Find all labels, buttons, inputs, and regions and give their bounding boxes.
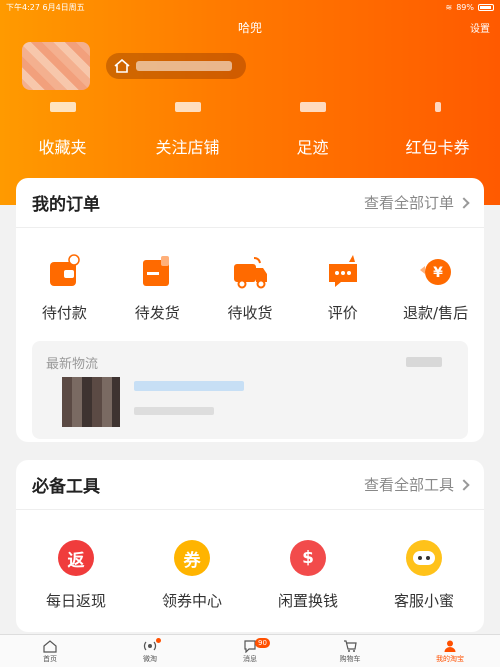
refund-icon: ¥ — [419, 259, 451, 285]
order-review[interactable]: 评价 — [296, 252, 389, 323]
order-pending-payment[interactable]: 待付款 — [18, 252, 111, 323]
product-thumbnail-blurred — [62, 377, 120, 427]
stat-count-blurred — [299, 102, 326, 112]
broadcast-icon — [143, 641, 157, 650]
orders-title: 我的订单 — [32, 195, 100, 215]
stat-count-blurred — [434, 102, 441, 112]
account-name-blurred — [136, 61, 232, 71]
tool-daily-cashback[interactable]: 返 每日返现 — [18, 540, 134, 611]
tool-label: 客服小蜜 — [393, 592, 454, 610]
logistics-status-blurred — [406, 357, 442, 367]
svg-text:¥: ¥ — [433, 265, 443, 281]
tab-messages[interactable]: 90 消息 — [200, 635, 300, 667]
order-label: 待发货 — [134, 304, 180, 322]
chevron-right-icon — [458, 196, 470, 209]
coupon-icon: 券 — [174, 540, 210, 576]
tools-card: 必备工具 查看全部工具 返 每日返现 券 领券中心 $ 闲置换钱 客服小蜜 — [16, 460, 484, 632]
wallet-icon — [50, 254, 81, 286]
status-bar: 下午4:27 6月4日周五 ≋ 89% — [0, 0, 500, 14]
tab-my-taobao[interactable]: 我的淘宝 — [400, 635, 500, 667]
bottom-tab-bar: 首页 微淘 90 消息 购物车 我的淘宝 — [0, 634, 500, 667]
view-all-tools-label: 查看全部工具 — [363, 476, 454, 494]
logistics-info-blurred — [134, 381, 244, 391]
order-pending-shipment[interactable]: 待发货 — [111, 252, 204, 323]
assistant-icon — [406, 540, 442, 576]
logistics-time-blurred — [134, 407, 214, 415]
account-switch-button[interactable] — [106, 53, 246, 79]
order-status-row: 待付款 待发货 待收货 评价 ¥ 退款/售后 — [16, 228, 484, 323]
battery-icon — [478, 3, 494, 11]
tools-title: 必备工具 — [32, 477, 100, 497]
notification-dot — [156, 638, 161, 643]
tab-label: 我的淘宝 — [436, 654, 464, 663]
stat-label: 足迹 — [296, 138, 329, 157]
settings-button[interactable]: 设置 — [470, 20, 490, 35]
stats-row: 收藏夹 关注店铺 足迹 红包卡券 — [0, 102, 500, 158]
tools-row: 返 每日返现 券 领券中心 $ 闲置换钱 客服小蜜 — [16, 510, 484, 611]
stat-label: 关注店铺 — [155, 138, 220, 157]
tools-card-header: 必备工具 查看全部工具 — [16, 460, 484, 510]
order-pending-receipt[interactable]: 待收货 — [204, 252, 297, 323]
message-badge: 90 — [255, 638, 270, 648]
order-label: 待付款 — [41, 304, 87, 322]
user-icon — [444, 640, 456, 652]
stat-count-blurred — [174, 102, 201, 112]
tool-label: 领券中心 — [161, 592, 222, 610]
avatar[interactable] — [22, 42, 90, 90]
cashback-icon: 返 — [58, 540, 94, 576]
order-label: 待收货 — [227, 304, 273, 322]
tool-label: 每日返现 — [45, 592, 106, 610]
tool-customer-service[interactable]: 客服小蜜 — [366, 540, 482, 611]
page-title: 哈兜 — [237, 21, 262, 35]
tool-coupon-center[interactable]: 券 领券中心 — [134, 540, 250, 611]
stat-count-blurred — [49, 102, 76, 112]
logistics-title: 最新物流 — [46, 357, 99, 372]
stat-coupons[interactable]: 红包卡券 — [375, 102, 500, 158]
tab-label: 首页 — [43, 654, 57, 663]
order-label: 退款/售后 — [403, 304, 469, 322]
view-all-orders-label: 查看全部订单 — [363, 194, 454, 212]
view-all-tools-link[interactable]: 查看全部工具 — [363, 474, 470, 495]
package-icon — [143, 256, 170, 286]
tool-label: 闲置换钱 — [277, 592, 338, 610]
cart-icon — [344, 639, 357, 652]
stat-footprints[interactable]: 足迹 — [250, 102, 375, 158]
order-refund[interactable]: ¥ 退款/售后 — [389, 252, 482, 323]
stat-followed-shops[interactable]: 关注店铺 — [125, 102, 250, 158]
view-all-orders-link[interactable]: 查看全部订单 — [363, 192, 470, 213]
battery-percent: 89% — [456, 2, 474, 12]
stat-favorites[interactable]: 收藏夹 — [0, 102, 125, 158]
stat-label: 收藏夹 — [38, 138, 87, 157]
stat-label: 红包卡券 — [405, 138, 470, 157]
tab-label: 微淘 — [143, 654, 157, 663]
comment-icon — [328, 255, 357, 287]
home-icon — [43, 639, 57, 653]
chevron-right-icon — [458, 478, 470, 491]
tool-idle-exchange[interactable]: $ 闲置换钱 — [250, 540, 366, 611]
tab-weitao[interactable]: 微淘 — [100, 635, 200, 667]
tab-cart[interactable]: 购物车 — [300, 635, 400, 667]
tab-label: 消息 — [243, 654, 257, 663]
home-icon — [114, 59, 130, 73]
tab-label: 购物车 — [339, 654, 361, 663]
orders-card: 我的订单 查看全部订单 待付款 待发货 待收货 评价 ¥ 退款/售后 最新物流 — [16, 178, 484, 442]
truck-icon — [233, 257, 267, 289]
tab-home[interactable]: 首页 — [0, 635, 100, 667]
orders-card-header: 我的订单 查看全部订单 — [16, 178, 484, 228]
status-time: 下午4:27 6月4日周五 — [6, 2, 85, 12]
money-bag-icon: $ — [290, 540, 326, 576]
order-label: 评价 — [327, 304, 358, 322]
latest-logistics[interactable]: 最新物流 — [32, 341, 468, 439]
wifi-icon: ≋ — [445, 2, 453, 12]
